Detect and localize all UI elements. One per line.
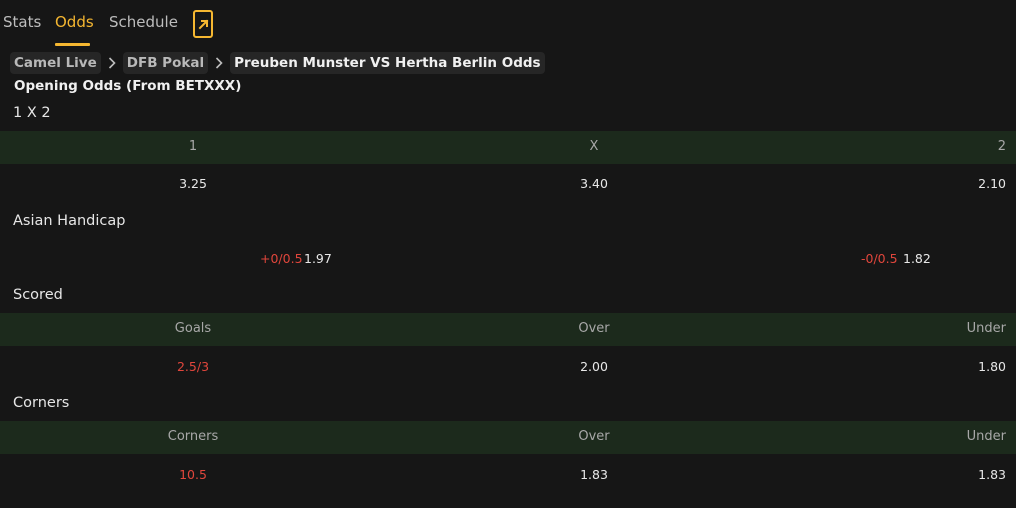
tab-schedule[interactable]: Schedule [109, 13, 178, 31]
breadcrumb: Camel Live DFB Pokal Preuben Munster VS … [10, 51, 545, 75]
chevron-right-icon [208, 51, 230, 75]
handicap-away-line: -0/0.5 [861, 251, 898, 266]
header-away: 2 [997, 139, 1006, 154]
corners-over-odds: 1.83 [580, 467, 608, 482]
header-home: 1 [188, 139, 198, 154]
tab-bar: Stats Odds Schedule [0, 0, 1016, 48]
value-row-1x2: 3.25 3.40 2.10 [0, 166, 1016, 202]
header-row-1x2: 1 X 2 [0, 131, 1016, 164]
odds-draw: 3.40 [580, 176, 608, 191]
tab-stats[interactable]: Stats [3, 13, 41, 31]
share-button[interactable] [193, 10, 213, 38]
share-out-icon [198, 19, 209, 30]
opening-odds-title: Opening Odds (From BETXXX) [14, 78, 242, 94]
header-corners-over: Over [578, 429, 610, 444]
odds-away: 2.10 [978, 176, 1006, 191]
goals-line: 2.5/3 [176, 359, 210, 374]
odds-home: 3.25 [179, 176, 207, 191]
active-tab-indicator [55, 43, 90, 46]
value-row-scored: 2.5/3 2.00 1.80 [0, 349, 1016, 385]
goals-over-odds: 2.00 [580, 359, 608, 374]
handicap-away-odds: 1.82 [903, 251, 931, 266]
header-row-corners: Corners Over Under [0, 421, 1016, 454]
header-corners-under: Under [966, 429, 1006, 444]
value-row-corners: 10.5 1.83 1.83 [0, 457, 1016, 493]
chevron-right-icon [101, 51, 123, 75]
header-draw: X [589, 139, 599, 154]
breadcrumb-camel-live[interactable]: Camel Live [10, 52, 101, 74]
corners-line: 10.5 [179, 467, 207, 482]
section-title-asian-handicap: Asian Handicap [13, 213, 126, 229]
odds-page: Stats Odds Schedule Camel Live DFB Pokal… [0, 0, 1016, 508]
handicap-home-odds: 1.97 [304, 251, 332, 266]
section-title-1x2: 1 X 2 [13, 105, 51, 121]
breadcrumb-current: Preuben Munster VS Hertha Berlin Odds [230, 52, 545, 74]
goals-under-odds: 1.80 [978, 359, 1006, 374]
tab-odds[interactable]: Odds [55, 13, 94, 31]
header-over: Over [578, 321, 610, 336]
header-row-scored: Goals Over Under [0, 313, 1016, 346]
section-title-scored: Scored [13, 287, 63, 303]
header-under: Under [966, 321, 1006, 336]
value-row-asian-handicap: +0/0.5 1.97 -0/0.5 1.82 [0, 241, 1016, 277]
section-title-corners: Corners [13, 395, 70, 411]
header-corners: Corners [167, 429, 219, 444]
corners-under-odds: 1.83 [978, 467, 1006, 482]
header-goals: Goals [174, 321, 212, 336]
breadcrumb-dfb-pokal[interactable]: DFB Pokal [122, 52, 209, 74]
handicap-home-line: +0/0.5 [260, 251, 303, 266]
